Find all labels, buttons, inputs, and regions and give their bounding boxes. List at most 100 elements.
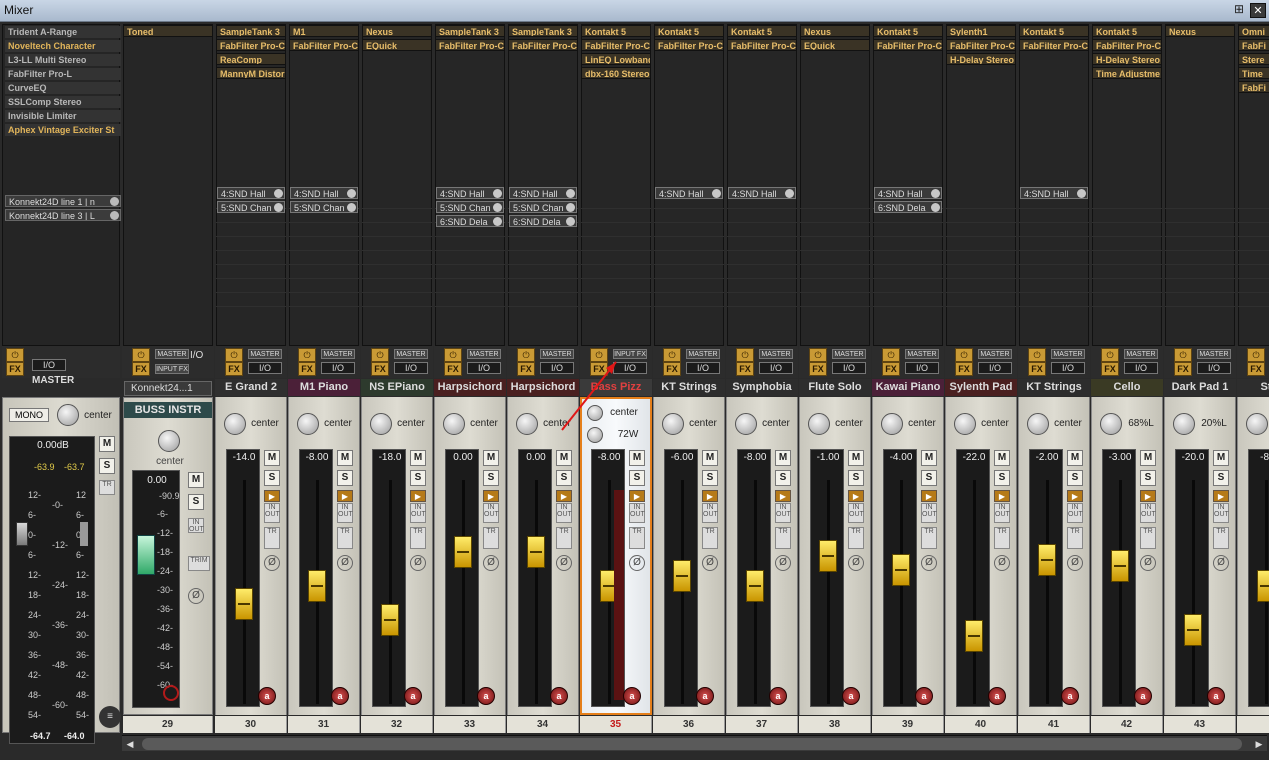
play-icon[interactable]: ▶ (921, 490, 937, 502)
in-out-button[interactable]: IN OUT (264, 503, 280, 523)
send-knob-icon[interactable] (566, 217, 575, 226)
record-button[interactable]: a (696, 687, 714, 705)
pan-knob[interactable] (370, 413, 392, 435)
fx-item[interactable]: Stere (1238, 53, 1269, 65)
phase-icon[interactable]: Ø (702, 555, 718, 571)
fx-item[interactable]: ReaComp (216, 53, 286, 65)
phase-icon[interactable]: Ø (483, 555, 499, 571)
io-button[interactable]: I/O (467, 362, 501, 374)
solo-button[interactable]: S (337, 470, 353, 486)
fx-button[interactable]: FX (809, 362, 827, 376)
volume-fader[interactable] (454, 536, 472, 568)
io-button[interactable]: I/O (1051, 362, 1085, 374)
play-icon[interactable]: ▶ (1140, 490, 1156, 502)
buss-io-button[interactable]: I/O (190, 350, 203, 361)
fx-item[interactable]: M1 (289, 25, 359, 37)
send-item[interactable]: 4:SND Hall (290, 187, 358, 199)
solo-button[interactable]: S (1140, 470, 1156, 486)
channel-name[interactable]: Symphobia (726, 379, 798, 396)
power-button[interactable]: ⏻ (955, 348, 973, 362)
pan-knob[interactable] (1100, 413, 1122, 435)
fx-button[interactable]: FX (1101, 362, 1119, 376)
send-item[interactable]: 5:SND Chan (290, 201, 358, 213)
send-knob-icon[interactable] (274, 203, 283, 212)
buss-master-route[interactable]: MASTER (155, 349, 189, 359)
pan-knob[interactable] (224, 413, 246, 435)
mute-button[interactable]: M (483, 450, 499, 466)
master-route[interactable]: MASTER (832, 349, 866, 359)
fx-button[interactable]: FX (882, 362, 900, 376)
power-button[interactable]: ⏻ (1101, 348, 1119, 362)
volume-fader[interactable] (527, 536, 545, 568)
master-output-send[interactable]: Konnekt24D line 1 | n (5, 195, 121, 207)
phase-icon[interactable]: Ø (556, 555, 572, 571)
tr-button[interactable]: TR (483, 527, 499, 549)
horizontal-scrollbar[interactable]: ◀ ▶ (122, 735, 1267, 751)
master-fx-item[interactable]: CurveEQ (5, 82, 121, 94)
send-knob-icon[interactable] (347, 203, 356, 212)
in-out-button[interactable]: IN OUT (994, 503, 1010, 523)
mute-button[interactable]: M (921, 450, 937, 466)
play-icon[interactable]: ▶ (775, 490, 791, 502)
master-route[interactable]: MASTER (321, 349, 355, 359)
play-icon[interactable]: ▶ (629, 490, 645, 502)
power-button[interactable]: ⏻ (736, 348, 754, 362)
fx-item[interactable]: SampleTank 3 (216, 25, 286, 37)
volume-fader[interactable] (308, 570, 326, 602)
send-item[interactable]: 5:SND Chan (436, 201, 504, 213)
tr-button[interactable]: TR (775, 527, 791, 549)
fx-button[interactable]: FX (298, 362, 316, 376)
buss-fx-item[interactable]: Toned (123, 25, 213, 37)
fx-item[interactable]: H-Delay Stereo (1092, 53, 1162, 65)
master-fx-item[interactable]: L3-LL Multi Stereo (5, 54, 121, 66)
mute-button[interactable]: M (1140, 450, 1156, 466)
send-item[interactable]: 4:SND Hall (509, 187, 577, 199)
fx-item[interactable]: FabFilter Pro-C (1019, 39, 1089, 51)
send-knob-icon[interactable] (931, 189, 940, 198)
play-icon[interactable]: ▶ (994, 490, 1010, 502)
io-button[interactable]: I/O (978, 362, 1012, 374)
power-button[interactable]: ⏻ (882, 348, 900, 362)
fx-item[interactable]: Kontakt 5 (1019, 25, 1089, 37)
phase-icon[interactable]: Ø (1067, 555, 1083, 571)
tr-button[interactable]: TR (337, 527, 353, 549)
send-knob-icon[interactable] (785, 189, 794, 198)
solo-button[interactable]: S (264, 470, 280, 486)
channel-name[interactable]: Kawai Piano (872, 379, 944, 396)
phase-icon[interactable]: Ø (775, 555, 791, 571)
in-out-button[interactable]: IN OUT (556, 503, 572, 523)
mute-button[interactable]: M (410, 450, 426, 466)
play-icon[interactable]: ▶ (556, 490, 572, 502)
master-route[interactable]: MASTER (1051, 349, 1085, 359)
fx-item[interactable]: FabFilter Pro-C (1092, 39, 1162, 51)
buss-in-out-button[interactable]: IN OUT (188, 518, 204, 533)
phase-icon[interactable]: Ø (629, 555, 645, 571)
pan-knob[interactable] (1027, 413, 1049, 435)
record-button[interactable]: a (842, 687, 860, 705)
pan-knob[interactable] (1173, 413, 1195, 435)
send-item[interactable]: 5:SND Chan (509, 201, 577, 213)
record-button[interactable]: a (331, 687, 349, 705)
send-knob-icon[interactable] (712, 189, 721, 198)
record-button[interactable]: a (477, 687, 495, 705)
send-knob-icon[interactable] (493, 203, 502, 212)
send-knob-icon[interactable] (493, 189, 502, 198)
pan-knob[interactable] (443, 413, 465, 435)
fx-item[interactable]: FabFilter Pro-C (581, 39, 651, 51)
volume-fader[interactable] (1038, 544, 1056, 576)
master-route[interactable]: MASTER (1124, 349, 1158, 359)
master-io-button[interactable]: I/O (32, 359, 66, 371)
pan-knob[interactable] (297, 413, 319, 435)
in-out-button[interactable]: IN OUT (483, 503, 499, 523)
buss-power-button[interactable]: ⏻ (132, 348, 150, 362)
mute-button[interactable]: M (848, 450, 864, 466)
master-fx-item[interactable]: Noveltech Character (5, 40, 121, 52)
phase-icon[interactable]: Ø (410, 555, 426, 571)
in-out-button[interactable]: IN OUT (337, 503, 353, 523)
phase-icon[interactable]: Ø (921, 555, 937, 571)
play-icon[interactable]: ▶ (410, 490, 426, 502)
fx-button[interactable]: FX (736, 362, 754, 376)
tr-button[interactable]: TR (848, 527, 864, 549)
master-fx-item[interactable]: Invisible Limiter (5, 110, 121, 122)
buss-fader[interactable] (137, 535, 155, 575)
